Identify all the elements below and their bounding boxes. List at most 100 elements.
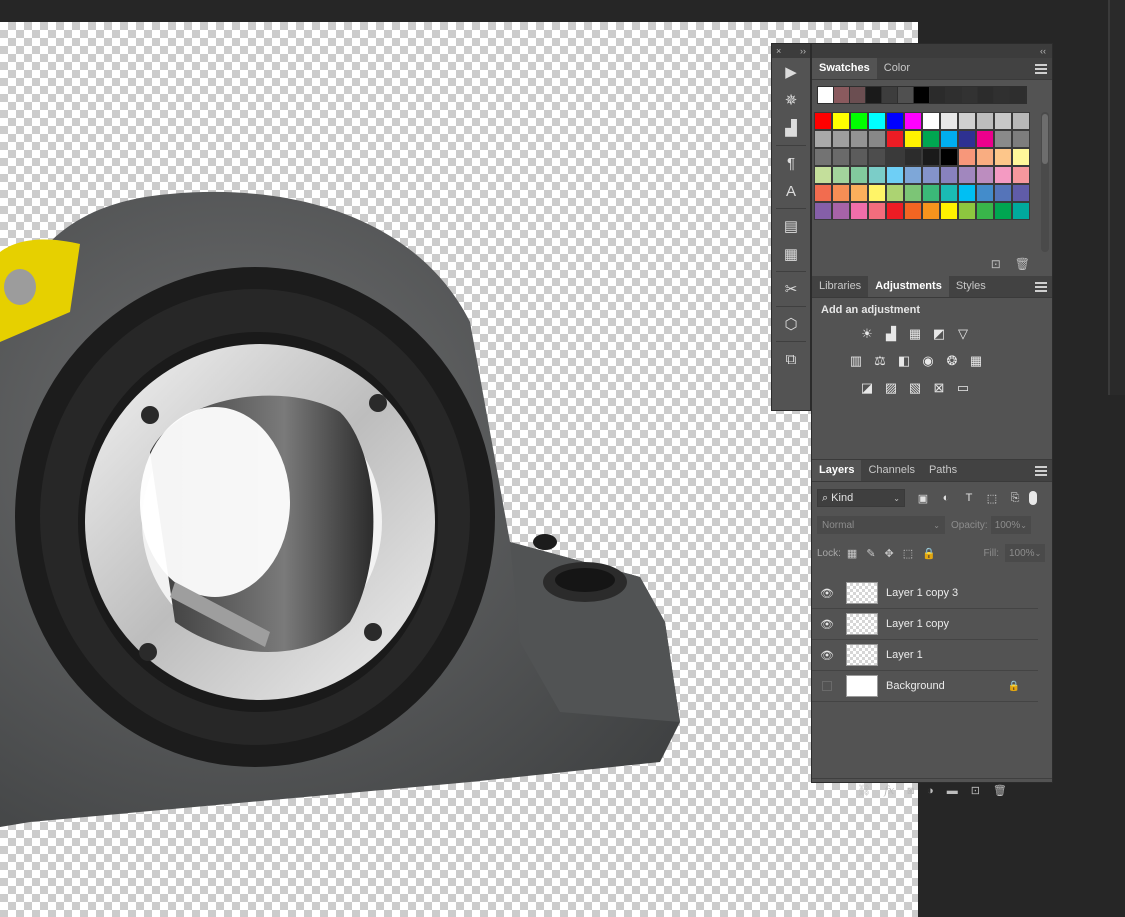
delete-layer-icon[interactable]: 🗑: [993, 784, 1007, 797]
color-swatch[interactable]: [940, 184, 958, 202]
color-swatch[interactable]: [886, 166, 904, 184]
recent-swatch[interactable]: [834, 87, 850, 103]
color-lookup-icon[interactable]: ▦: [967, 352, 985, 370]
color-swatch[interactable]: [850, 148, 868, 166]
color-swatch[interactable]: [958, 112, 976, 130]
recent-swatch[interactable]: [978, 87, 994, 103]
brush-settings-icon[interactable]: ✵: [772, 86, 810, 114]
color-swatch[interactable]: [976, 112, 994, 130]
opacity-field[interactable]: 100% ⌄: [990, 516, 1031, 534]
color-swatch[interactable]: [850, 166, 868, 184]
color-swatch[interactable]: [976, 130, 994, 148]
eye-icon[interactable]: 👁: [812, 649, 842, 662]
color-swatch[interactable]: [994, 202, 1012, 220]
paragraph-icon[interactable]: ¶: [772, 149, 810, 177]
tool-presets-icon[interactable]: ✂: [772, 275, 810, 303]
recent-swatch[interactable]: [850, 87, 866, 103]
color-swatch[interactable]: [940, 148, 958, 166]
color-swatch[interactable]: [904, 148, 922, 166]
color-swatch[interactable]: [976, 202, 994, 220]
recent-swatch[interactable]: [946, 87, 962, 103]
hue-saturation-icon[interactable]: ▥: [847, 352, 865, 370]
recent-swatch[interactable]: [1010, 87, 1026, 103]
blend-mode-select[interactable]: Normal ⌄: [817, 516, 945, 534]
lock-artboard-icon[interactable]: ⬚: [903, 547, 913, 560]
color-swatch[interactable]: [832, 166, 850, 184]
color-swatch[interactable]: [994, 148, 1012, 166]
color-swatch[interactable]: [850, 202, 868, 220]
layer-mask-icon[interactable]: ◙: [907, 785, 914, 797]
color-swatch[interactable]: [868, 202, 886, 220]
panel-menu-icon[interactable]: [1035, 464, 1047, 476]
color-swatch[interactable]: [904, 130, 922, 148]
channel-mixer-icon[interactable]: ❂: [943, 352, 961, 370]
color-swatch[interactable]: [814, 112, 832, 130]
color-swatch[interactable]: [940, 166, 958, 184]
new-layer-icon[interactable]: ⊡: [971, 784, 980, 797]
color-swatch[interactable]: [940, 112, 958, 130]
kind-filter-select[interactable]: ⌕ Kind ⌄: [817, 489, 905, 507]
layer-comps-icon[interactable]: ⧉: [772, 345, 810, 373]
color-swatch[interactable]: [868, 184, 886, 202]
layer-row[interactable]: 👁 Layer 1 copy: [812, 609, 1038, 640]
color-swatch[interactable]: [814, 202, 832, 220]
new-fill-layer-icon[interactable]: ◑: [927, 785, 934, 797]
color-swatch[interactable]: [904, 112, 922, 130]
color-swatch[interactable]: [958, 184, 976, 202]
layer-row[interactable]: Background 🔒: [812, 671, 1038, 702]
new-group-icon[interactable]: ▬: [947, 785, 958, 797]
lock-all-icon[interactable]: 🔒: [922, 547, 936, 560]
recent-swatch[interactable]: [818, 87, 834, 103]
photo-filter-icon[interactable]: ◉: [919, 352, 937, 370]
layer-row[interactable]: 👁 Layer 1: [812, 640, 1038, 671]
lock-icon[interactable]: 🔒: [1008, 681, 1020, 692]
adjustment-filter-icon[interactable]: ◐: [938, 490, 954, 506]
layer-row[interactable]: 👁 Layer 1 copy 3: [812, 578, 1038, 609]
lock-transparent-icon[interactable]: ▦: [847, 547, 857, 560]
tab-channels[interactable]: Channels: [861, 460, 921, 481]
threshold-icon[interactable]: ▧: [906, 379, 924, 397]
recent-swatch[interactable]: [930, 87, 946, 103]
shape-filter-icon[interactable]: ⬚: [984, 490, 1000, 506]
swatches-scrollbar[interactable]: [1041, 112, 1049, 252]
color-swatch[interactable]: [886, 202, 904, 220]
pixel-filter-icon[interactable]: ▣: [915, 490, 931, 506]
visibility-toggle[interactable]: [812, 681, 842, 691]
tab-paths[interactable]: Paths: [922, 460, 964, 481]
color-swatch[interactable]: [976, 148, 994, 166]
recent-swatch[interactable]: [866, 87, 882, 103]
tab-adjustments[interactable]: Adjustments: [868, 276, 949, 297]
recent-swatch[interactable]: [882, 87, 898, 103]
delete-swatch-icon[interactable]: 🗑: [1015, 257, 1030, 271]
color-swatch[interactable]: [832, 148, 850, 166]
lock-image-icon[interactable]: ✎: [866, 547, 875, 560]
color-swatch[interactable]: [850, 130, 868, 148]
color-swatch[interactable]: [868, 130, 886, 148]
color-swatch[interactable]: [904, 166, 922, 184]
color-swatch[interactable]: [904, 202, 922, 220]
histogram-icon[interactable]: ▟: [772, 114, 810, 142]
tab-swatches[interactable]: Swatches: [812, 58, 877, 79]
3d-icon[interactable]: ⬡: [772, 310, 810, 338]
color-swatch[interactable]: [868, 112, 886, 130]
color-swatch[interactable]: [1012, 202, 1030, 220]
new-swatch-icon[interactable]: ⊡: [991, 257, 1001, 271]
color-balance-icon[interactable]: ⚖: [871, 352, 889, 370]
recent-swatch[interactable]: [898, 87, 914, 103]
selective-color-icon[interactable]: ⊠: [930, 379, 948, 397]
color-swatch[interactable]: [922, 148, 940, 166]
color-swatch[interactable]: [940, 202, 958, 220]
fill-field[interactable]: 100% ⌄: [1005, 544, 1045, 562]
color-swatch[interactable]: [958, 148, 976, 166]
tab-color[interactable]: Color: [877, 58, 917, 79]
color-swatch[interactable]: [994, 112, 1012, 130]
lock-position-icon[interactable]: ✥: [885, 547, 894, 560]
color-swatch[interactable]: [1012, 130, 1030, 148]
recent-swatch[interactable]: [994, 87, 1010, 103]
brightness-icon[interactable]: ☀: [858, 325, 876, 343]
color-swatch[interactable]: [814, 184, 832, 202]
color-swatch[interactable]: [886, 184, 904, 202]
tab-styles[interactable]: Styles: [949, 276, 993, 297]
color-swatch[interactable]: [976, 166, 994, 184]
color-swatch[interactable]: [868, 148, 886, 166]
